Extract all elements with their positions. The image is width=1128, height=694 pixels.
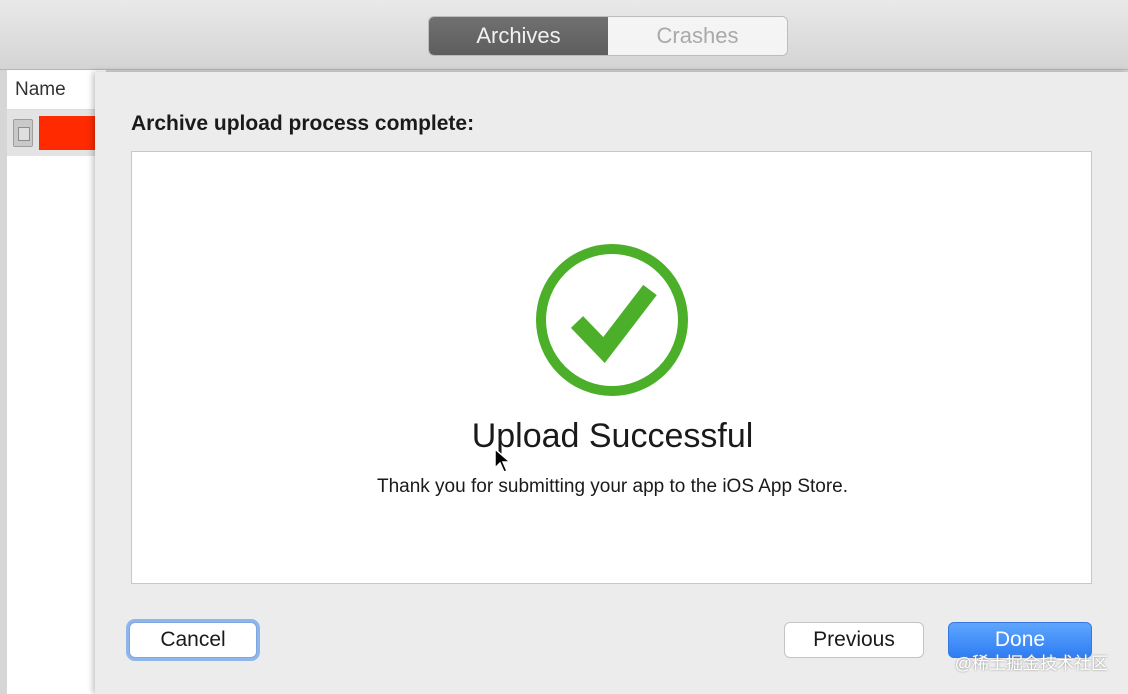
cancel-button[interactable]: Cancel xyxy=(129,622,257,658)
tab-segmented-control: Archives Crashes xyxy=(428,16,788,56)
previous-button[interactable]: Previous xyxy=(784,622,924,658)
tab-archives[interactable]: Archives xyxy=(429,17,608,55)
success-message: Thank you for submitting your app to the… xyxy=(376,476,849,497)
archives-list: Name xyxy=(7,70,107,694)
mouse-pointer-icon xyxy=(494,448,512,473)
toolbar: Archives Crashes xyxy=(0,0,1128,70)
checkmark-circle-icon xyxy=(536,244,688,396)
list-item[interactable] xyxy=(7,110,106,156)
watermark: @稀土掘金技术社区 xyxy=(954,654,1108,673)
sheet-title: Archive upload process complete: xyxy=(131,112,475,135)
status-panel: Upload Successful Thank you for submitti… xyxy=(131,151,1092,584)
success-title: Upload Successful xyxy=(471,417,754,455)
archive-file-icon xyxy=(13,119,33,147)
upload-complete-sheet: Archive upload process complete: Upload … xyxy=(95,72,1128,694)
redacted-name xyxy=(39,116,95,150)
name-column-header[interactable]: Name xyxy=(7,70,106,110)
tab-crashes[interactable]: Crashes xyxy=(608,17,787,55)
